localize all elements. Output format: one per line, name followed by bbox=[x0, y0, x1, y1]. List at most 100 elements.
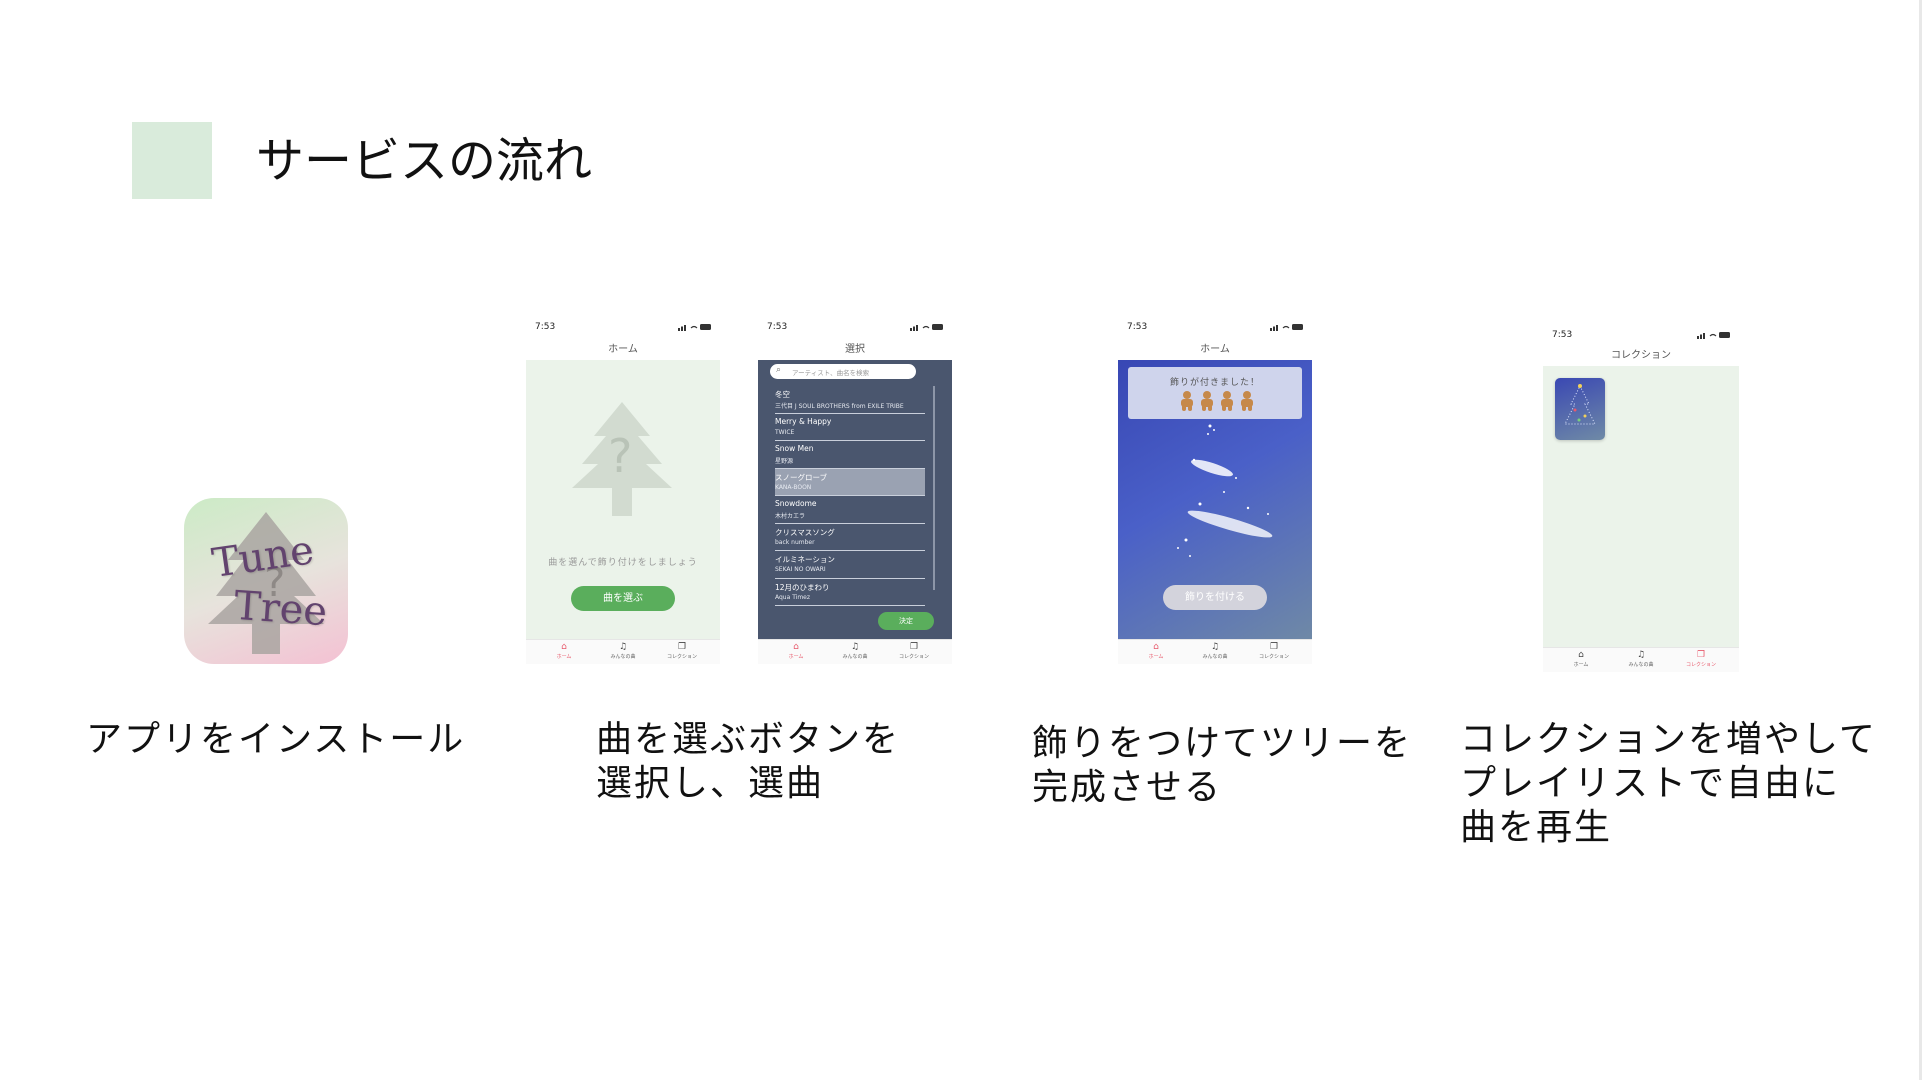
photo-stack-icon: ❐ bbox=[1269, 642, 1279, 652]
song-artist: Aqua Timez bbox=[775, 593, 811, 601]
tab-label: みんなの曲 bbox=[842, 654, 868, 660]
song-title: Merry & Happy bbox=[775, 416, 832, 426]
caption-line: 飾りをつけてツリーを bbox=[1032, 723, 1413, 764]
home-icon: ⌂ bbox=[793, 642, 799, 652]
sparkle-tree-icon bbox=[1564, 384, 1596, 425]
song-title: Snowdome bbox=[775, 499, 817, 508]
tree-scene: 飾りが付きました！ 飾りを付ける bbox=[1118, 360, 1312, 640]
add-ornament-button[interactable]: 飾りを付ける bbox=[1163, 585, 1267, 610]
tab-home[interactable]: ⌂ ホーム bbox=[766, 642, 826, 660]
step2-caption: 曲を選ぶボタンを 選択し、選曲 bbox=[596, 718, 900, 806]
scrollbar[interactable] bbox=[933, 386, 935, 590]
tab-label: ホーム bbox=[1573, 662, 1589, 668]
tab-everyone[interactable]: ♫ みんなの曲 bbox=[1611, 650, 1671, 668]
step1-caption: アプリをインストール bbox=[86, 718, 465, 762]
signal-battery-icon bbox=[678, 324, 711, 331]
collection-tree-thumbnail[interactable] bbox=[1555, 378, 1605, 440]
step3-caption: 飾りをつけてツリーを 完成させる bbox=[1032, 722, 1412, 810]
search-input[interactable]: ⌕ アーティスト、曲名を検索 bbox=[770, 364, 916, 379]
home-icon: ⌂ bbox=[561, 642, 567, 652]
tab-collection[interactable]: ❐ コレクション bbox=[1244, 642, 1304, 660]
gingerbread-ornaments bbox=[1181, 391, 1253, 411]
caption-line: 完成させる bbox=[1032, 767, 1223, 808]
svg-text:?: ? bbox=[608, 429, 632, 483]
song-title: クリスマスソング bbox=[775, 527, 835, 537]
collection-content bbox=[1543, 366, 1739, 648]
sparkle-tree-image bbox=[1177, 424, 1273, 557]
tab-collection[interactable]: ❐ コレクション bbox=[1671, 650, 1731, 668]
song-row[interactable]: 12月のひまわり Aqua Timez bbox=[775, 579, 925, 606]
phone-select-screen: 7:53 選択 ⌕ アーティスト、曲名を検索 冬空 三代目 J SOUL BROT… bbox=[758, 318, 952, 664]
app-icon-word-tree: Tree bbox=[232, 582, 329, 636]
search-icon: ⌕ bbox=[776, 365, 782, 375]
slide-title: サービスの流れ bbox=[256, 133, 593, 189]
tab-everyone[interactable]: ♫ みんなの曲 bbox=[1185, 642, 1245, 660]
tab-label: ホーム bbox=[788, 654, 804, 660]
tab-everyone[interactable]: ♫ みんなの曲 bbox=[825, 642, 885, 660]
status-bar: 7:53 bbox=[1543, 326, 1739, 344]
select-content: ⌕ アーティスト、曲名を検索 冬空三代目 J SOUL BROTHERS fro… bbox=[758, 360, 952, 640]
tab-label: コレクション bbox=[666, 654, 697, 660]
signal-battery-icon bbox=[910, 324, 943, 331]
status-bar: 7:53 bbox=[526, 318, 720, 336]
tab-home[interactable]: ⌂ ホーム bbox=[1126, 642, 1186, 660]
tab-label: ホーム bbox=[1148, 654, 1164, 660]
song-title: 12月のひまわり bbox=[775, 582, 830, 592]
tab-home[interactable]: ⌂ ホーム bbox=[534, 642, 594, 660]
status-bar: 7:53 bbox=[1118, 318, 1312, 336]
tab-label: コレクション bbox=[898, 654, 929, 660]
song-list: 冬空 三代目 J SOUL BROTHERS from EXILE TRIBE Me… bbox=[775, 386, 925, 606]
tab-collection[interactable]: ❐ コレクション bbox=[884, 642, 944, 660]
tab-bar: ⌂ ホーム ♫ みんなの曲 ❐ コレクション bbox=[758, 639, 952, 664]
status-bar: 7:53 bbox=[758, 318, 952, 336]
nav-title: ホーム bbox=[1200, 344, 1230, 355]
music-list-icon: ♫ bbox=[1210, 642, 1220, 652]
tab-bar: ⌂ ホーム ♫ みんなの曲 ❐ コレクション bbox=[1118, 639, 1312, 664]
song-title: イルミネーション bbox=[775, 555, 835, 564]
home-icon: ⌂ bbox=[1153, 642, 1159, 652]
status-time: 7:53 bbox=[1552, 330, 1573, 340]
song-title: Snow Men bbox=[775, 444, 814, 453]
song-artist: SEKAI NO OWARI bbox=[775, 566, 826, 573]
status-time: 7:53 bbox=[767, 322, 788, 332]
song-row[interactable]: Snowdome 木村カエラ bbox=[775, 496, 925, 524]
tab-home[interactable]: ⌂ ホーム bbox=[1551, 650, 1611, 668]
photo-stack-icon: ❐ bbox=[677, 642, 687, 652]
confirm-button[interactable]: 決定 bbox=[878, 612, 934, 630]
title-accent-square bbox=[132, 122, 212, 199]
song-row[interactable]: スノーグローブ KANA-BOON bbox=[775, 468, 925, 496]
tab-collection[interactable]: ❐ コレクション bbox=[652, 642, 712, 660]
tab-label: コレクション bbox=[1258, 654, 1289, 660]
phone-home-screen: 7:53 ホーム ? 曲を選んで飾り付けをしましょう 曲を選ぶ ⌂ ホーム ♫ みん… bbox=[526, 318, 720, 664]
music-list-icon: ♫ bbox=[1636, 650, 1646, 660]
signal-battery-icon bbox=[1270, 324, 1303, 331]
question-tree-icon: ? bbox=[572, 402, 672, 516]
tab-bar: ⌂ ホーム ♫ みんなの曲 ❐ コレクション bbox=[1543, 647, 1739, 672]
app-icon: ? Tune Tree bbox=[184, 498, 348, 664]
caption-line: プレイリストで自由に bbox=[1460, 763, 1841, 804]
photo-stack-icon: ❐ bbox=[909, 642, 919, 652]
song-row[interactable]: Merry & Happy TWICE bbox=[775, 414, 925, 441]
song-title: スノーグローブ bbox=[775, 472, 828, 482]
song-row[interactable]: イルミネーション SEKAI NO OWARI bbox=[775, 551, 925, 579]
signal-battery-icon bbox=[1697, 332, 1730, 339]
caption-line: アプリをインストール bbox=[86, 719, 466, 760]
song-row[interactable]: Snow Men 星野源 bbox=[775, 441, 925, 469]
tree-icon: ? bbox=[208, 512, 324, 654]
caption-line: コレクションを増やして bbox=[1460, 719, 1877, 760]
choose-song-button[interactable]: 曲を選ぶ bbox=[571, 586, 675, 611]
song-row[interactable]: 冬空三代目 J SOUL BROTHERS from EXILE TRIBE bbox=[775, 386, 925, 414]
step4-caption: コレクションを増やして プレイリストで自由に 曲を再生 bbox=[1460, 718, 1877, 850]
song-artist: 星野源 bbox=[775, 458, 794, 465]
song-row[interactable]: クリスマスソング back number bbox=[775, 524, 925, 551]
caption-line: 選択し、選曲 bbox=[596, 763, 825, 804]
tab-label: ホーム bbox=[556, 654, 572, 660]
song-artist: back number bbox=[775, 538, 815, 546]
music-list-icon: ♫ bbox=[850, 642, 860, 652]
status-time: 7:53 bbox=[535, 322, 556, 332]
caption-line: 曲を再生 bbox=[1460, 807, 1613, 848]
tab-everyone[interactable]: ♫ みんなの曲 bbox=[593, 642, 653, 660]
song-title: 冬空 bbox=[775, 390, 790, 399]
song-artist: 三代目 J SOUL BROTHERS from EXILE TRIBE bbox=[775, 403, 904, 410]
home-icon: ⌂ bbox=[1578, 650, 1584, 660]
